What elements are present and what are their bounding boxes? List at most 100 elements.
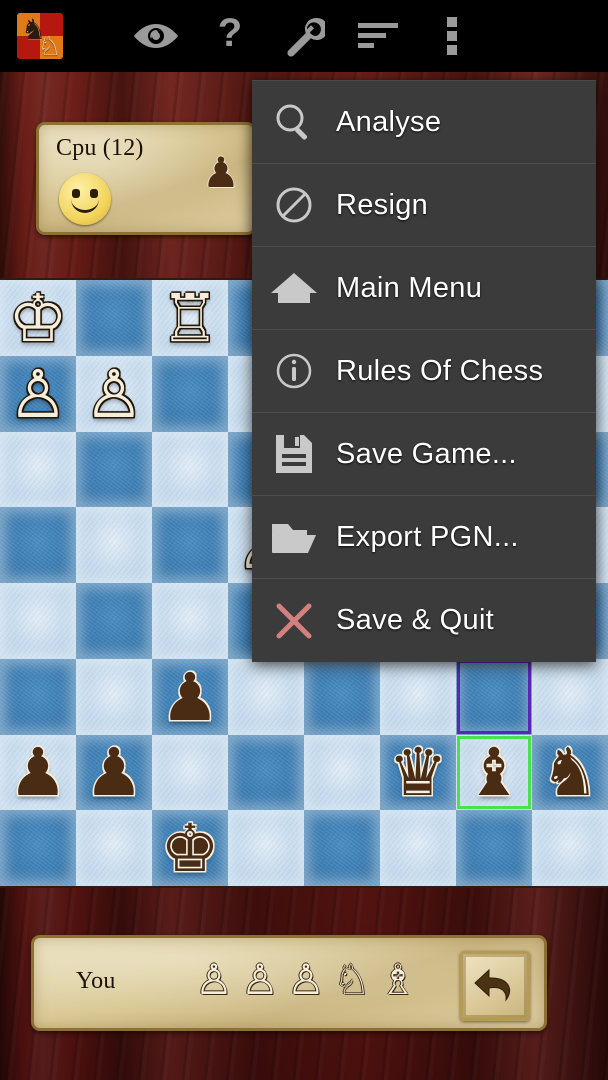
menu-item-main-menu[interactable]: Main Menu — [252, 247, 596, 330]
board-square-b7[interactable]: ♙ — [76, 355, 152, 432]
chess-piece-b[interactable]: ♝ — [456, 735, 532, 811]
board-square-f3[interactable] — [380, 658, 456, 735]
captured-bishop: ♗ — [376, 956, 420, 1008]
board-square-g3[interactable] — [456, 658, 532, 735]
board-square-e3[interactable] — [304, 658, 380, 735]
overflow-menu[interactable]: Analyse Resign Main Menu Rules Of Chess Save… — [252, 80, 596, 662]
eye-icon-button[interactable] — [119, 0, 193, 72]
menu-item-label: Save Game... — [336, 437, 517, 470]
board-square-c3[interactable]: ♟ — [152, 658, 228, 735]
board-square-b5[interactable] — [76, 507, 152, 583]
svg-text:?: ? — [218, 15, 242, 55]
chess-app-screen: ♞ ♘ ? Cpu (12) ♟ ♔ ♖ ♙ ♙ ♟ ♟ ♟ ♛ ♝ ♞ ♚ Y… — [0, 0, 608, 1080]
floppy-icon — [252, 433, 336, 475]
wrench-icon — [287, 17, 325, 57]
chess-piece-q[interactable]: ♛ — [380, 735, 456, 811]
opponent-captured-pieces: ♟♟♟ — [199, 149, 253, 201]
menu-item-rules-of-chess[interactable]: Rules Of Chess — [252, 330, 596, 413]
board-square-b4[interactable] — [76, 583, 152, 659]
board-square-e2[interactable] — [304, 734, 380, 811]
chess-piece-p[interactable]: ♟ — [152, 659, 228, 735]
chess-piece-P[interactable]: ♙ — [76, 356, 152, 432]
board-square-h2[interactable]: ♞ — [532, 734, 608, 811]
board-square-h1[interactable] — [532, 810, 608, 886]
ban-icon — [252, 183, 336, 227]
captured-piece-glyph: ♙ — [195, 956, 233, 1003]
board-square-b1[interactable] — [76, 810, 152, 886]
board-square-a8[interactable]: ♔ — [0, 280, 76, 356]
board-square-d1[interactable] — [228, 810, 304, 886]
info-icon — [252, 349, 336, 393]
overflow-icon-button[interactable] — [415, 0, 489, 72]
menu-item-save-game[interactable]: Save Game... — [252, 413, 596, 496]
folder-icon — [252, 519, 336, 555]
board-square-d3[interactable] — [228, 658, 304, 735]
board-square-c5[interactable] — [152, 507, 228, 583]
board-square-b2[interactable]: ♟ — [76, 734, 152, 811]
smiley-face-icon — [59, 173, 111, 225]
board-square-a1[interactable] — [0, 810, 76, 886]
smiley-eye — [90, 189, 98, 198]
board-square-h3[interactable] — [532, 658, 608, 735]
menu-item-analyse[interactable]: Analyse — [252, 81, 596, 164]
board-square-c4[interactable] — [152, 583, 228, 659]
chess-piece-P[interactable]: ♙ — [0, 356, 76, 432]
chess-piece-K[interactable]: ♔ — [0, 280, 76, 356]
board-square-c6[interactable] — [152, 431, 228, 508]
board-square-g1[interactable] — [456, 810, 532, 886]
captured-pawn: ♙ — [192, 956, 236, 1008]
board-square-c2[interactable] — [152, 734, 228, 811]
board-square-a7[interactable]: ♙ — [0, 355, 76, 432]
captured-pawn: ♙ — [284, 956, 328, 1008]
chess-piece-n[interactable]: ♞ — [532, 735, 608, 811]
board-square-f1[interactable] — [380, 810, 456, 886]
home-icon — [252, 271, 336, 305]
square-highlight — [457, 659, 531, 734]
menu-item-label: Analyse — [336, 105, 442, 138]
chess-piece-p[interactable]: ♟ — [0, 735, 76, 811]
board-square-g2[interactable]: ♝ — [456, 734, 532, 811]
menu-item-label: Save & Quit — [336, 604, 495, 636]
board-square-d2[interactable] — [228, 734, 304, 811]
app-toolbar: ♞ ♘ ? — [0, 0, 608, 72]
board-square-f2[interactable]: ♛ — [380, 734, 456, 811]
board-square-c1[interactable]: ♚ — [152, 810, 228, 886]
board-square-b3[interactable] — [76, 658, 152, 735]
overflow-icon — [447, 17, 457, 55]
undo-button[interactable] — [460, 951, 530, 1021]
captured-piece-glyph: ♘ — [333, 956, 371, 1003]
light-knight-icon: ♘ — [37, 31, 61, 59]
smiley-eye — [72, 189, 80, 198]
menu-item-resign[interactable]: Resign — [252, 164, 596, 247]
menu-item-label: Export PGN... — [336, 520, 519, 553]
chess-knights-app-icon[interactable]: ♞ ♘ — [17, 13, 63, 59]
user-player-panel[interactable]: You ♙ ♙ ♙ ♘ ♗ — [31, 935, 547, 1031]
move-list-icon-button[interactable] — [341, 0, 415, 72]
board-square-a4[interactable] — [0, 583, 76, 659]
menu-item-save-quit[interactable]: Save & Quit — [252, 579, 596, 662]
opponent-player-panel[interactable]: Cpu (12) ♟♟♟ — [36, 122, 256, 235]
question-icon-button[interactable]: ? — [193, 0, 267, 72]
board-square-c8[interactable]: ♖ — [152, 280, 228, 356]
board-square-b8[interactable] — [76, 280, 152, 356]
menu-item-export-pgn[interactable]: Export PGN... — [252, 496, 596, 579]
board-square-a3[interactable] — [0, 658, 76, 735]
board-square-c7[interactable] — [152, 355, 228, 432]
menu-item-label: Resign — [336, 188, 429, 221]
board-square-b6[interactable] — [76, 431, 152, 508]
board-square-a5[interactable] — [0, 507, 76, 583]
close-x-icon — [252, 599, 336, 643]
board-square-a2[interactable]: ♟ — [0, 734, 76, 811]
question-icon: ? — [218, 15, 242, 55]
eye-icon — [134, 24, 178, 48]
chess-piece-p[interactable]: ♟ — [76, 735, 152, 811]
captured-pawn: ♟ — [199, 149, 243, 201]
user-name: You — [76, 968, 116, 994]
board-square-a6[interactable] — [0, 431, 76, 508]
chess-piece-k[interactable]: ♚ — [152, 810, 228, 886]
wrench-icon-button[interactable] — [267, 0, 341, 72]
captured-pawn: ♙ — [238, 956, 282, 1008]
chess-piece-R[interactable]: ♖ — [152, 280, 228, 356]
board-square-e1[interactable] — [304, 810, 380, 886]
user-captured-pieces: ♙ ♙ ♙ ♘ ♗ — [192, 956, 420, 1008]
